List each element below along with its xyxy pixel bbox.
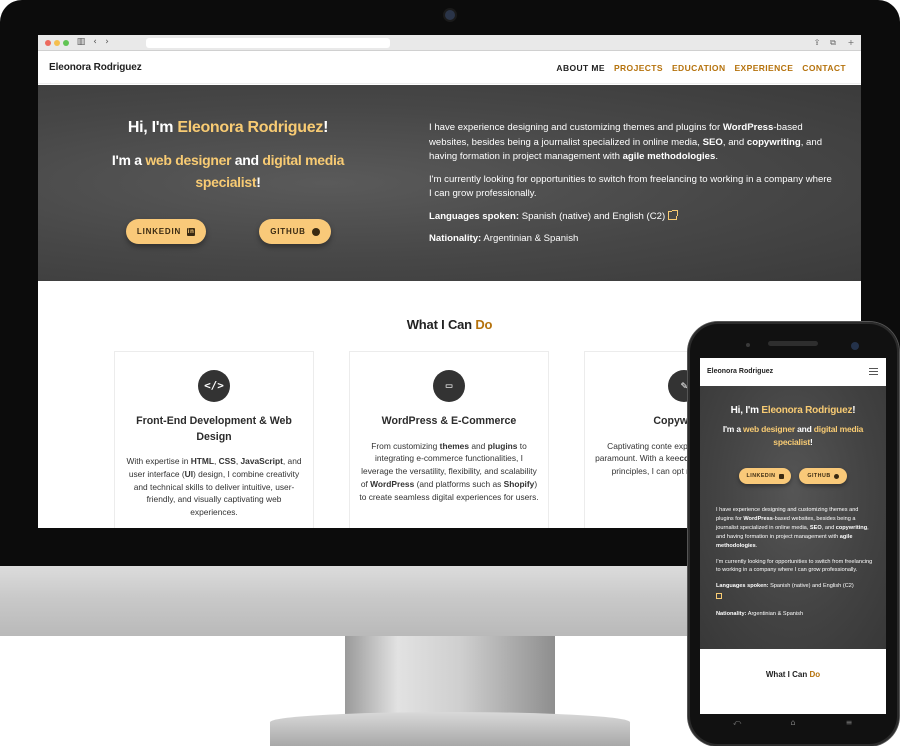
site-brand[interactable]: Eleonora Rodriguez <box>49 62 142 73</box>
phone-sensor <box>746 343 750 347</box>
hero-greeting: Hi, I'm Eleonora Rodriguez! <box>127 119 329 136</box>
linkedin-icon <box>778 473 784 479</box>
phone-softkeys: ⤺ ⌂ ≡ <box>700 714 886 734</box>
main-menu: ABOUT ME PROJECTS EDUCATION EXPERIENCE C… <box>556 63 846 73</box>
service-card-frontend: </> Front-End Development & Web Design W… <box>114 351 314 528</box>
nav-projects[interactable]: PROJECTS <box>614 63 663 73</box>
menu-softkey-icon[interactable]: ≡ <box>842 718 856 728</box>
bio-paragraph: I have experience designing and customiz… <box>716 507 869 549</box>
phone-camera <box>851 342 859 350</box>
phone-screen: Eleonora Rodriguez Hi, I'm Eleonora Rodr… <box>700 358 886 714</box>
phone-device: Eleonora Rodriguez Hi, I'm Eleonora Rodr… <box>688 322 899 746</box>
mobile-greeting: Hi, I'm Eleonora Rodriguez! <box>730 405 856 416</box>
site-navbar: Eleonora Rodriguez ABOUT ME PROJECTS EDU… <box>38 51 861 84</box>
phone-speaker <box>768 341 818 346</box>
mobile-linkedin-button[interactable]: LINKEDIN <box>739 468 791 484</box>
new-tab-icon[interactable]: + <box>846 38 856 48</box>
github-icon <box>311 227 320 236</box>
close-window-button[interactable] <box>45 40 51 46</box>
mobile-services: What I Can Do <box>700 649 886 714</box>
share-icon[interactable]: ⇪ <box>812 38 822 48</box>
mobile-brand[interactable]: Eleonora Rodriguez <box>707 368 773 375</box>
hero-role: I'm a web designer and digital media spe… <box>111 152 345 190</box>
hero-section: Hi, I'm Eleonora Rodriguez! I'm a web de… <box>38 85 861 281</box>
monitor-stand-base <box>270 712 630 746</box>
hero-intro: Hi, I'm Eleonora Rodriguez! I'm a web de… <box>78 119 378 193</box>
monitor-camera <box>445 10 455 20</box>
hero-name: Eleonora Rodriguez <box>177 119 324 136</box>
external-link-icon[interactable] <box>716 593 722 600</box>
back-softkey-icon[interactable]: ⤺ <box>730 718 744 728</box>
mobile-github-button[interactable]: GITHUB <box>799 468 847 484</box>
nationality-line: Nationality: Argentinian & Spanish <box>716 611 804 618</box>
nav-about-me[interactable]: ABOUT ME <box>556 63 605 73</box>
bio-paragraph: I have experience designing and customiz… <box>429 122 823 162</box>
mobile-navbar: Eleonora Rodriguez <box>700 358 886 386</box>
nav-contact[interactable]: CONTACT <box>802 63 846 73</box>
hero-bio: I have experience designing and customiz… <box>429 121 834 255</box>
device-mockup: ▥ ‹ › ⇪ ⧉ + Eleonora Rodriguez ABOUT ME … <box>0 0 900 746</box>
hamburger-menu-icon[interactable] <box>869 368 878 375</box>
browser-toolbar: ▥ ‹ › ⇪ ⧉ + <box>38 35 861 51</box>
card-body: With expertise in HTML, CSS, JavaScript,… <box>126 456 302 518</box>
storefront-icon: ▭ <box>433 370 465 402</box>
mobile-hero: Hi, I'm Eleonora Rodriguez! I'm a web de… <box>700 386 886 649</box>
github-button[interactable]: GITHUB <box>259 219 331 244</box>
home-softkey-icon[interactable]: ⌂ <box>786 718 800 728</box>
card-body: From customizing themes and plugins to i… <box>359 440 539 502</box>
nav-education[interactable]: EDUCATION <box>672 63 726 73</box>
linkedin-icon: in <box>187 227 196 236</box>
external-link-icon[interactable] <box>668 209 679 220</box>
languages-line: Languages spoken: Spanish (native) and E… <box>716 582 876 603</box>
mobile-bio: I have experience designing and customiz… <box>716 506 876 626</box>
card-title: Front-End Development & Web Design <box>136 415 292 443</box>
card-title: WordPress & E-Commerce <box>381 415 517 427</box>
looking-paragraph: I'm currently looking for opportunities … <box>429 173 832 200</box>
address-bar[interactable] <box>146 38 390 48</box>
linkedin-label: LINKEDIN <box>136 227 182 236</box>
looking-paragraph: I'm currently looking for opportunities … <box>716 558 873 574</box>
tabs-overview-icon[interactable]: ⧉ <box>828 38 838 48</box>
forward-arrow-icon[interactable]: › <box>102 37 112 48</box>
github-icon <box>833 473 839 479</box>
nationality-line: Nationality: Argentinian & Spanish <box>429 233 579 244</box>
back-arrow-icon[interactable]: ‹ <box>90 37 100 48</box>
sidebar-toggle-icon[interactable]: ▥ <box>76 37 86 48</box>
mobile-role: I'm a web designer and digital media spe… <box>722 424 864 447</box>
maximize-window-button[interactable] <box>63 40 69 46</box>
linkedin-button[interactable]: LINKEDIN in <box>126 219 206 244</box>
minimize-window-button[interactable] <box>54 40 60 46</box>
github-label: GITHUB <box>270 227 306 236</box>
code-icon: </> <box>198 370 230 402</box>
mobile-services-title: What I Can Do <box>765 670 821 679</box>
nav-experience[interactable]: EXPERIENCE <box>734 63 793 73</box>
monitor-stand <box>345 636 555 716</box>
languages-line: Languages spoken: Spanish (native) and E… <box>429 209 834 225</box>
service-card-wordpress: ▭ WordPress & E-Commerce From customizin… <box>349 351 549 528</box>
